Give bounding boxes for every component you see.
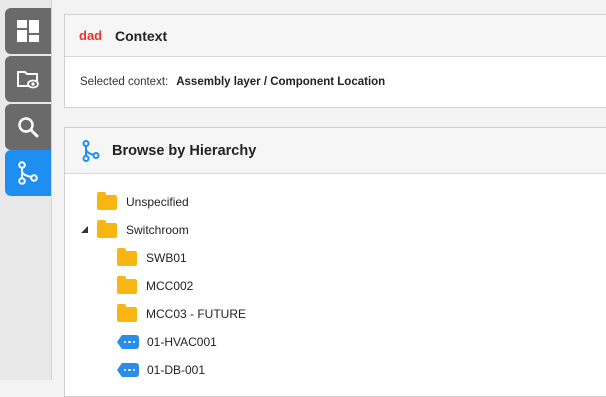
tree-item-unspecified[interactable]: Unspecified bbox=[97, 191, 189, 213]
tree-item-label: SWB01 bbox=[146, 251, 187, 265]
tree-item-swb01[interactable]: SWB01 bbox=[117, 247, 187, 269]
context-panel: dad Context Selected context: Assembly l… bbox=[64, 14, 606, 108]
folder-icon bbox=[97, 219, 117, 238]
svg-text:dad: dad bbox=[79, 29, 102, 43]
context-title: Context bbox=[115, 27, 168, 44]
expanded-caret-icon[interactable] bbox=[80, 225, 90, 235]
hierarchy-header: Browse by Hierarchy bbox=[65, 128, 606, 174]
sidebar bbox=[0, 0, 52, 380]
selected-context-label: Selected context: bbox=[80, 76, 169, 88]
sidebar-item-hierarchy[interactable] bbox=[5, 150, 51, 196]
folder-eye-icon bbox=[17, 71, 39, 89]
tag-icon bbox=[117, 363, 139, 377]
sidebar-item-dashboard[interactable] bbox=[5, 8, 51, 54]
sidebar-item-search[interactable] bbox=[5, 104, 51, 150]
folder-icon bbox=[97, 191, 117, 210]
tag-icon bbox=[117, 335, 139, 349]
tree-item-label: MCC002 bbox=[146, 279, 194, 293]
tree-item-mcc002[interactable]: MCC002 bbox=[117, 275, 193, 297]
sidebar-item-view-folder[interactable] bbox=[5, 56, 51, 102]
dashboard-icon bbox=[17, 20, 39, 42]
tree-item-switchroom[interactable]: Switchroom bbox=[80, 219, 189, 241]
folder-icon bbox=[117, 275, 137, 294]
folder-icon bbox=[117, 247, 137, 266]
dad-logo-icon: dad bbox=[79, 29, 107, 43]
tree-item-mcc03-future[interactable]: MCC03 - FUTURE bbox=[117, 303, 246, 325]
tree-item-label: 01-DB-001 bbox=[147, 363, 206, 377]
hierarchy-icon bbox=[18, 161, 38, 185]
tree-item-label: MCC03 - FUTURE bbox=[146, 307, 247, 321]
tree-item-label: Unspecified bbox=[126, 195, 189, 209]
folder-icon bbox=[117, 303, 137, 322]
tree-item-01-hvac001[interactable]: 01-HVAC001 bbox=[117, 331, 217, 353]
tree-item-label: Switchroom bbox=[126, 223, 189, 237]
hierarchy-title: Browse by Hierarchy bbox=[112, 142, 257, 159]
search-icon bbox=[18, 117, 39, 138]
tree-item-01-db-001[interactable]: 01-DB-001 bbox=[117, 359, 205, 381]
selected-context-value: Assembly layer / Component Location bbox=[176, 76, 386, 88]
context-header: dad Context bbox=[65, 15, 606, 57]
context-body: Selected context: Assembly layer / Compo… bbox=[65, 57, 606, 107]
hierarchy-panel: Browse by Hierarchy Unspecified Switchro… bbox=[64, 127, 606, 397]
hierarchy-icon bbox=[82, 139, 100, 162]
tree-item-label: 01-HVAC001 bbox=[147, 335, 217, 349]
